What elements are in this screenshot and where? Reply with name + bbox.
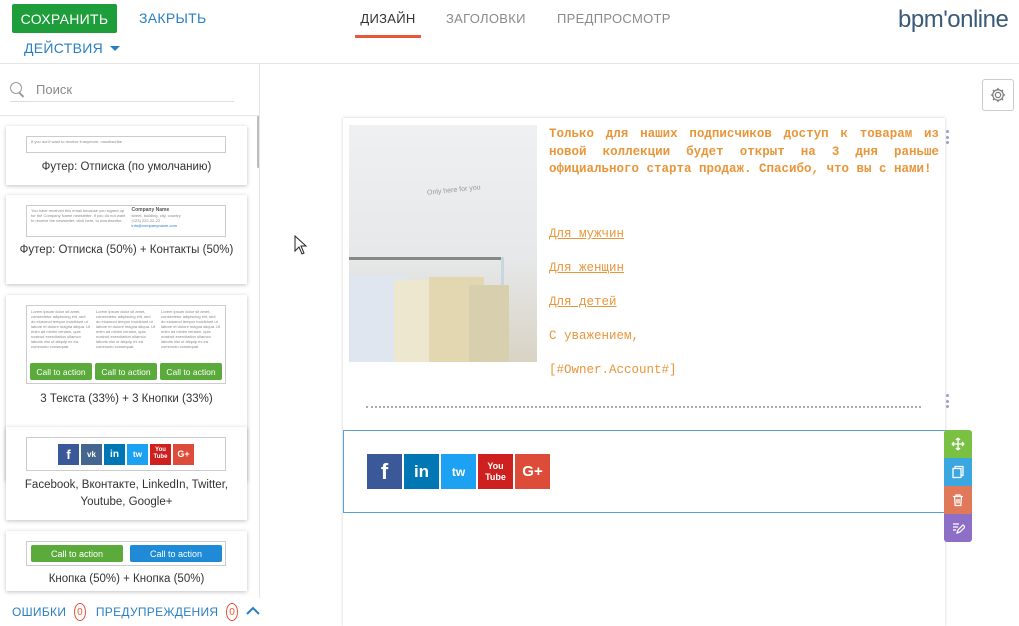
- tab-headers[interactable]: ЗАГОЛОВКИ: [446, 0, 526, 38]
- warnings-count: 0: [226, 603, 238, 621]
- warnings-label[interactable]: ПРЕДУПРЕЖДЕНИЯ: [96, 605, 219, 619]
- twitter-icon[interactable]: tw: [441, 454, 476, 489]
- trash-icon[interactable]: [944, 486, 972, 514]
- block-card-footer-unsubscribe[interactable]: If you don't want to receive it anymore,…: [6, 126, 247, 185]
- tab-preview[interactable]: ПРЕДПРОСМОТР: [557, 0, 670, 38]
- block-caption: 3 Текста (33%) + 3 Кнопки (33%): [40, 393, 213, 405]
- actions-menu[interactable]: ДЕЙСТВИЯ: [24, 40, 120, 56]
- preview-text: If you don't want to receive it anymore,…: [31, 139, 123, 144]
- cta-button-preview: Call to action: [160, 363, 222, 380]
- cta-button-preview: Call to action: [130, 545, 222, 562]
- block-caption: Facebook, Вконтакте, LinkedIn, Twitter, …: [24, 479, 229, 508]
- preview-text-3: Lorem ipsum dolor sit amet, consectetur …: [161, 309, 221, 349]
- search-input[interactable]: Поиск: [36, 82, 72, 97]
- gear-icon[interactable]: [982, 79, 1014, 111]
- link-kids[interactable]: Для детей: [549, 295, 617, 309]
- preview-text-2: Lorem ipsum dolor sit amet, consectetur …: [96, 309, 156, 349]
- preview-email: info@companyname.com: [131, 223, 177, 228]
- block-card-social[interactable]: f vk in tw You Tube G+ Facebook, Вконтак…: [6, 427, 247, 520]
- linkedin-icon[interactable]: in: [404, 454, 439, 489]
- cta-button-preview: Call to action: [95, 363, 157, 380]
- save-button[interactable]: СОХРАНИТЬ: [12, 4, 117, 33]
- drag-handle[interactable]: [946, 394, 950, 408]
- youtube-icon: You Tube: [150, 443, 171, 465]
- block-preview: Call to action Call to action: [26, 541, 226, 566]
- close-button[interactable]: ЗАКРЫТЬ: [139, 10, 207, 26]
- chevron-down-icon: [110, 46, 120, 51]
- tab-design[interactable]: ДИЗАЙН: [355, 0, 421, 38]
- block-caption: Футер: Отписка (по умолчанию): [41, 161, 212, 173]
- sidebar-scrollbar[interactable]: [257, 116, 259, 168]
- shirt: [469, 285, 509, 362]
- youtube-icon-bottom: Tube: [153, 454, 168, 460]
- block-preview: Lorem ipsum dolor sit amet, consectetur …: [26, 305, 226, 384]
- youtube-icon-top: You: [155, 447, 166, 453]
- preview-text-left: You have received this email because you…: [31, 208, 126, 223]
- facebook-icon: f: [58, 443, 79, 465]
- block-preview: You have received this email because you…: [26, 205, 226, 237]
- preview-contacts: Company Name street, building, city, cou…: [131, 208, 221, 234]
- vk-icon: vk: [81, 443, 102, 465]
- link-women[interactable]: Для женщин: [549, 261, 624, 275]
- search-field[interactable]: Поиск: [10, 78, 234, 102]
- blocks-sidebar: Поиск If you don't want to receive it an…: [0, 64, 260, 626]
- search-icon: [10, 81, 26, 98]
- google-plus-icon: G+: [173, 443, 194, 465]
- errors-label[interactable]: ОШИБКИ: [12, 605, 66, 619]
- youtube-icon-top: You: [487, 460, 504, 471]
- block-caption: Футер: Отписка (50%) + Контакты (50%): [19, 244, 234, 256]
- errors-count: 0: [74, 603, 86, 621]
- chevron-up-icon[interactable]: [246, 605, 260, 619]
- validation-bar: ОШИБКИ 0 ПРЕДУПРЕЖДЕНИЯ 0: [0, 598, 260, 626]
- block-preview: f vk in tw You Tube G+: [26, 437, 226, 471]
- youtube-icon-bottom: Tube: [485, 471, 506, 482]
- divider: [0, 115, 259, 116]
- move-icon[interactable]: [944, 430, 972, 458]
- block-card-footer-contacts[interactable]: You have received this email because you…: [6, 195, 247, 284]
- cta-button-preview: Call to action: [30, 363, 92, 380]
- dotted-divider: [366, 406, 921, 408]
- photo-wall-sign: Only here for you: [426, 184, 481, 197]
- preview-text-1: Lorem ipsum dolor sit amet, consectetur …: [31, 309, 91, 349]
- link-men[interactable]: Для мужчин: [549, 227, 624, 241]
- block-preview: If you don't want to receive it anymore,…: [26, 136, 226, 153]
- facebook-icon[interactable]: f: [367, 454, 402, 489]
- copy-icon[interactable]: [944, 458, 972, 486]
- social-block-selected[interactable]: f in tw You Tube G+: [343, 430, 946, 513]
- email-signature-macro: [#Owner.Account#]: [549, 363, 677, 377]
- top-toolbar: СОХРАНИТЬ ЗАКРЫТЬ ДЕЙСТВИЯ ДИЗАЙН ЗАГОЛО…: [0, 0, 1019, 64]
- bpmonline-logo: bpm'online: [898, 6, 1009, 33]
- twitter-icon: tw: [127, 443, 148, 465]
- rack-rail: [349, 257, 504, 260]
- cta-button-preview: Call to action: [31, 545, 123, 562]
- clothing-rack-image: Only here for you: [349, 125, 537, 362]
- block-card-two-buttons[interactable]: Call to action Call to action Кнопка (50…: [6, 531, 247, 591]
- block-caption: Кнопка (50%) + Кнопка (50%): [48, 573, 205, 585]
- social-icons-row: f in tw You Tube G+: [367, 454, 550, 489]
- block-toolbar: [944, 430, 972, 542]
- youtube-icon[interactable]: You Tube: [478, 454, 513, 489]
- email-regards: С уважением,: [549, 329, 640, 343]
- actions-label: ДЕЙСТВИЯ: [24, 40, 103, 56]
- linkedin-icon: in: [104, 443, 125, 465]
- email-body-text[interactable]: Только для наших подписчиков доступ к то…: [549, 126, 939, 179]
- edit-icon[interactable]: [944, 514, 972, 542]
- drag-handle[interactable]: [946, 130, 950, 144]
- google-plus-icon[interactable]: G+: [515, 454, 550, 489]
